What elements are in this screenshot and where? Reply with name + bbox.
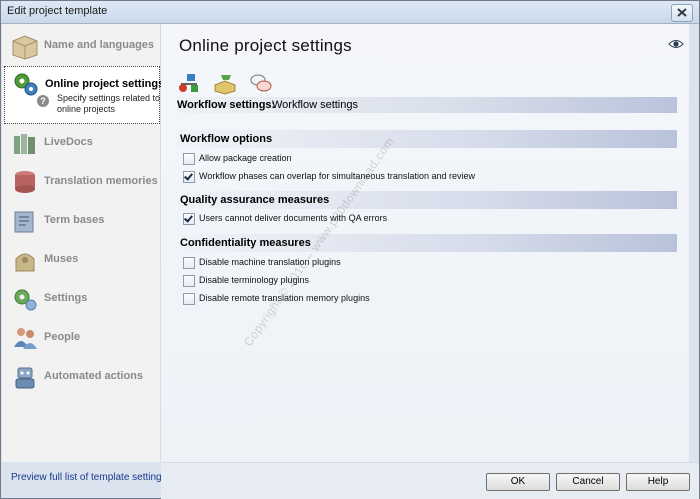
- box-icon: [12, 35, 38, 60]
- checkbox-label: Workflow phases can overlap for simultan…: [199, 171, 475, 181]
- preview-template-settings-link[interactable]: Preview full list of template settings: [11, 472, 167, 483]
- sidebar-item-settings[interactable]: Settings: [4, 281, 160, 317]
- section-workflow-options: Workflow options: [177, 130, 677, 148]
- sidebar: Name and languages Online project settin…: [2, 24, 164, 462]
- workflow-settings-label: Workflow settings:: [177, 99, 276, 111]
- checkbox[interactable]: [183, 171, 195, 183]
- sidebar-item-label: Name and languages: [44, 39, 155, 51]
- content-panel: Online project settings Workflow setting…: [161, 24, 689, 462]
- gears-network-icon: [14, 73, 38, 96]
- sidebar-item-label: Muses: [44, 253, 79, 265]
- window-title: Edit project template: [7, 5, 108, 17]
- sidebar-item-automated-actions[interactable]: Automated actions: [4, 359, 160, 395]
- section-confidentiality: Confidentiality measures: [177, 234, 677, 252]
- page-title: Online project settings: [179, 36, 352, 55]
- checkbox-label: Disable machine translation plugins: [199, 257, 341, 267]
- cancel-button[interactable]: Cancel: [556, 473, 620, 491]
- termbase-icon: [14, 211, 34, 233]
- tm-icon: [15, 171, 35, 193]
- sidebar-item-label: Settings: [44, 292, 88, 304]
- checkbox[interactable]: [183, 257, 195, 269]
- sidebar-item-people[interactable]: People: [4, 320, 160, 356]
- section-quality-assurance: Quality assurance measures: [177, 191, 677, 209]
- books-icon: [14, 134, 35, 154]
- sidebar-item-term-bases[interactable]: Term bases: [4, 203, 160, 239]
- sidebar-item-label: LiveDocs: [44, 136, 93, 148]
- close-icon: [677, 8, 687, 17]
- sidebar-item-description: Specify settings related to online proje…: [57, 93, 161, 114]
- edit-project-template-window: Edit project template Name and languages…: [0, 0, 700, 499]
- checkbox-label: Allow package creation: [199, 153, 292, 163]
- checkbox[interactable]: [183, 213, 195, 225]
- workflow-settings-value: Workflow settings: [272, 99, 358, 111]
- sidebar-item-muses[interactable]: Muses: [4, 242, 160, 278]
- sidebar-item-name-and-languages[interactable]: Name and languages: [4, 28, 160, 64]
- sidebar-item-label: Translation memories: [44, 175, 158, 187]
- checkbox[interactable]: [183, 293, 195, 305]
- ok-button[interactable]: OK: [486, 473, 550, 491]
- people-icon: [14, 328, 37, 349]
- workflow-settings-bar: Workflow settings: Workflow settings: [177, 97, 677, 113]
- title-bar: Edit project template: [1, 1, 699, 24]
- help-button[interactable]: Help: [626, 473, 690, 491]
- package-settings-icon[interactable]: [213, 71, 237, 95]
- help-icon: ?: [37, 95, 49, 107]
- sidebar-item-label: Term bases: [44, 214, 105, 226]
- muse-icon: [15, 253, 35, 272]
- section-title: Workflow options: [180, 133, 273, 145]
- checkbox-label: Users cannot deliver documents with QA e…: [199, 213, 388, 223]
- sidebar-item-label: People: [44, 331, 81, 343]
- settings-icon: [14, 289, 37, 311]
- checkbox[interactable]: [183, 275, 195, 287]
- communication-settings-icon[interactable]: [249, 71, 273, 95]
- section-title: Confidentiality measures: [180, 237, 311, 249]
- section-title: Quality assurance measures: [180, 194, 330, 206]
- sidebar-item-livedocs[interactable]: LiveDocs: [4, 125, 160, 161]
- close-button[interactable]: [671, 4, 693, 22]
- dialog-button-bar: OK Cancel Help: [161, 462, 699, 499]
- checkbox[interactable]: [183, 153, 195, 165]
- eye-icon[interactable]: [668, 38, 684, 50]
- sidebar-item-translation-memories[interactable]: Translation memories: [4, 164, 160, 200]
- sidebar-item-online-project-settings[interactable]: Online project settings ? Specify settin…: [4, 66, 164, 124]
- sidebar-item-label: Online project settings: [45, 78, 165, 90]
- automation-icon: [15, 367, 35, 389]
- workflow-settings-icon[interactable]: [177, 71, 201, 95]
- sidebar-item-label: Automated actions: [44, 370, 144, 382]
